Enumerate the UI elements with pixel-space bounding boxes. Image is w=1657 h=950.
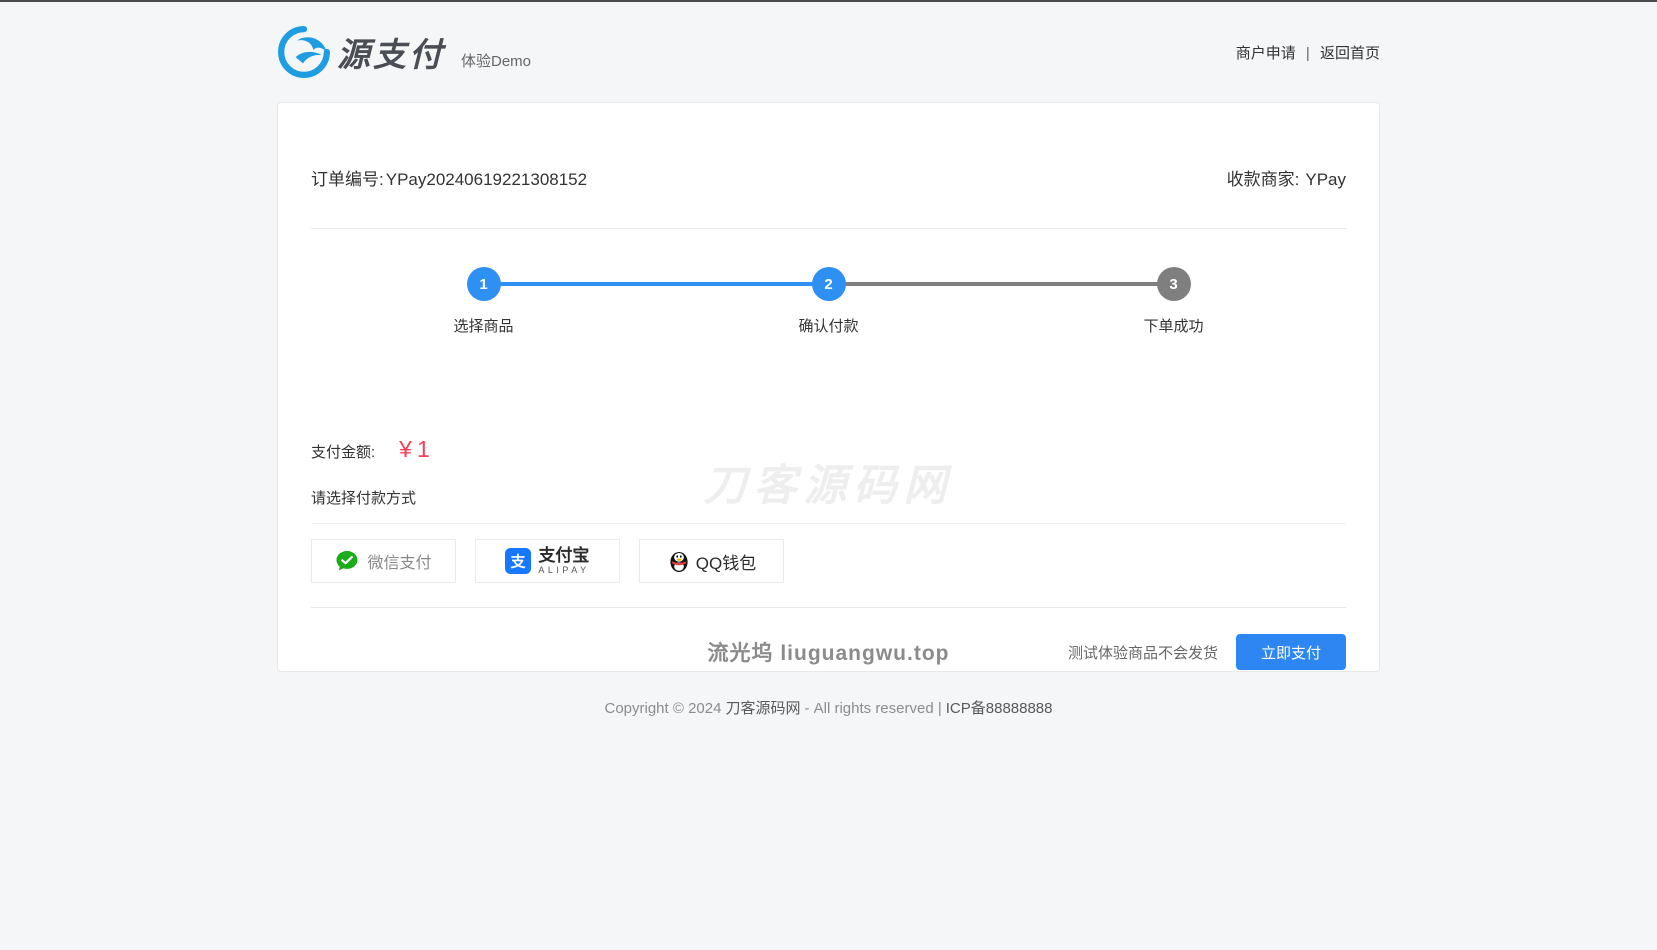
copyright-bar: Copyright © 2024刀客源码网- All rights reserv… <box>277 697 1380 718</box>
order-info-row: 订单编号:YPay20240619221308152 收款商家: YPay <box>311 103 1346 190</box>
order-divider <box>311 228 1346 229</box>
progress-steps: 1 选择商品 2 确认付款 3 下单成功 <box>311 267 1346 336</box>
svg-text:支: 支 <box>510 553 527 571</box>
alipay-label: 支付宝 <box>538 547 589 564</box>
footer-site-name: 刀客源码网 <box>725 700 800 717</box>
pay-now-button[interactable]: 立即支付 <box>1236 634 1346 670</box>
rights-text: - All rights reserved | <box>804 700 941 717</box>
order-number: 订单编号:YPay20240619221308152 <box>311 165 587 190</box>
step-select-product: 1 选择商品 <box>311 267 656 336</box>
order-number-value: YPay20240619221308152 <box>386 170 587 189</box>
step-label: 确认付款 <box>798 315 858 336</box>
merchant-label: 收款商家: <box>1227 170 1300 189</box>
merchant-name: YPay <box>1305 170 1346 189</box>
ypay-logo-icon <box>277 25 331 79</box>
amount-row: 支付金额: ¥1 <box>311 436 1346 463</box>
test-notice: 测试体验商品不会发货 <box>1068 642 1218 663</box>
payment-methods: 微信支付 支 支付宝 ALIPAY <box>311 539 1346 583</box>
merchant-info: 收款商家: YPay <box>1227 165 1346 190</box>
step-confirm-payment: 2 确认付款 <box>656 267 1001 336</box>
step-number: 2 <box>812 267 846 301</box>
wechat-pay-icon <box>335 549 359 573</box>
wechat-pay-label: 微信支付 <box>367 549 431 573</box>
order-number-label: 订单编号: <box>311 170 384 189</box>
qq-wallet-label: QQ钱包 <box>696 549 756 574</box>
wechat-pay-button[interactable]: 微信支付 <box>311 539 456 583</box>
page-header: 源支付 体验Demo 商户申请 | 返回首页 <box>277 2 1380 102</box>
amount-number: 1 <box>417 436 430 462</box>
step-label: 下单成功 <box>1143 315 1203 336</box>
footer-divider <box>311 607 1346 608</box>
icp-number: ICP备88888888 <box>946 700 1053 717</box>
alipay-button[interactable]: 支 支付宝 ALIPAY <box>475 539 620 583</box>
amount-value: ¥1 <box>399 436 430 463</box>
copyright-prefix: Copyright © 2024 <box>605 700 722 717</box>
card-footer: 流光坞 liuguangwu.top 测试体验商品不会发货 立即支付 <box>311 630 1346 674</box>
alipay-icon: 支 <box>505 548 531 574</box>
demo-subtitle: 体验Demo <box>461 50 531 71</box>
qq-wallet-button[interactable]: QQ钱包 <box>639 539 784 583</box>
amount-label: 支付金额: <box>311 441 375 462</box>
brand-wordmark: 源支付 <box>337 28 445 76</box>
step-number: 3 <box>1157 267 1191 301</box>
step-number: 1 <box>467 267 501 301</box>
alipay-sublabel: ALIPAY <box>538 566 589 575</box>
payment-card: 订单编号:YPay20240619221308152 收款商家: YPay 1 选… <box>277 102 1380 672</box>
methods-divider <box>311 523 1346 524</box>
alipay-label-group: 支付宝 ALIPAY <box>538 547 589 575</box>
currency-symbol: ¥ <box>399 436 412 462</box>
back-home-link[interactable]: 返回首页 <box>1320 45 1380 62</box>
qq-wallet-icon <box>667 549 691 573</box>
logo[interactable]: 源支付 体验Demo <box>277 25 531 79</box>
step-label: 选择商品 <box>453 315 513 336</box>
step-order-success: 3 下单成功 <box>1001 267 1346 336</box>
choose-method-label: 请选择付款方式 <box>311 487 1346 508</box>
header-nav: 商户申请 | 返回首页 <box>1236 42 1380 63</box>
merchant-apply-link[interactable]: 商户申请 <box>1236 45 1296 62</box>
nav-separator: | <box>1306 45 1310 62</box>
